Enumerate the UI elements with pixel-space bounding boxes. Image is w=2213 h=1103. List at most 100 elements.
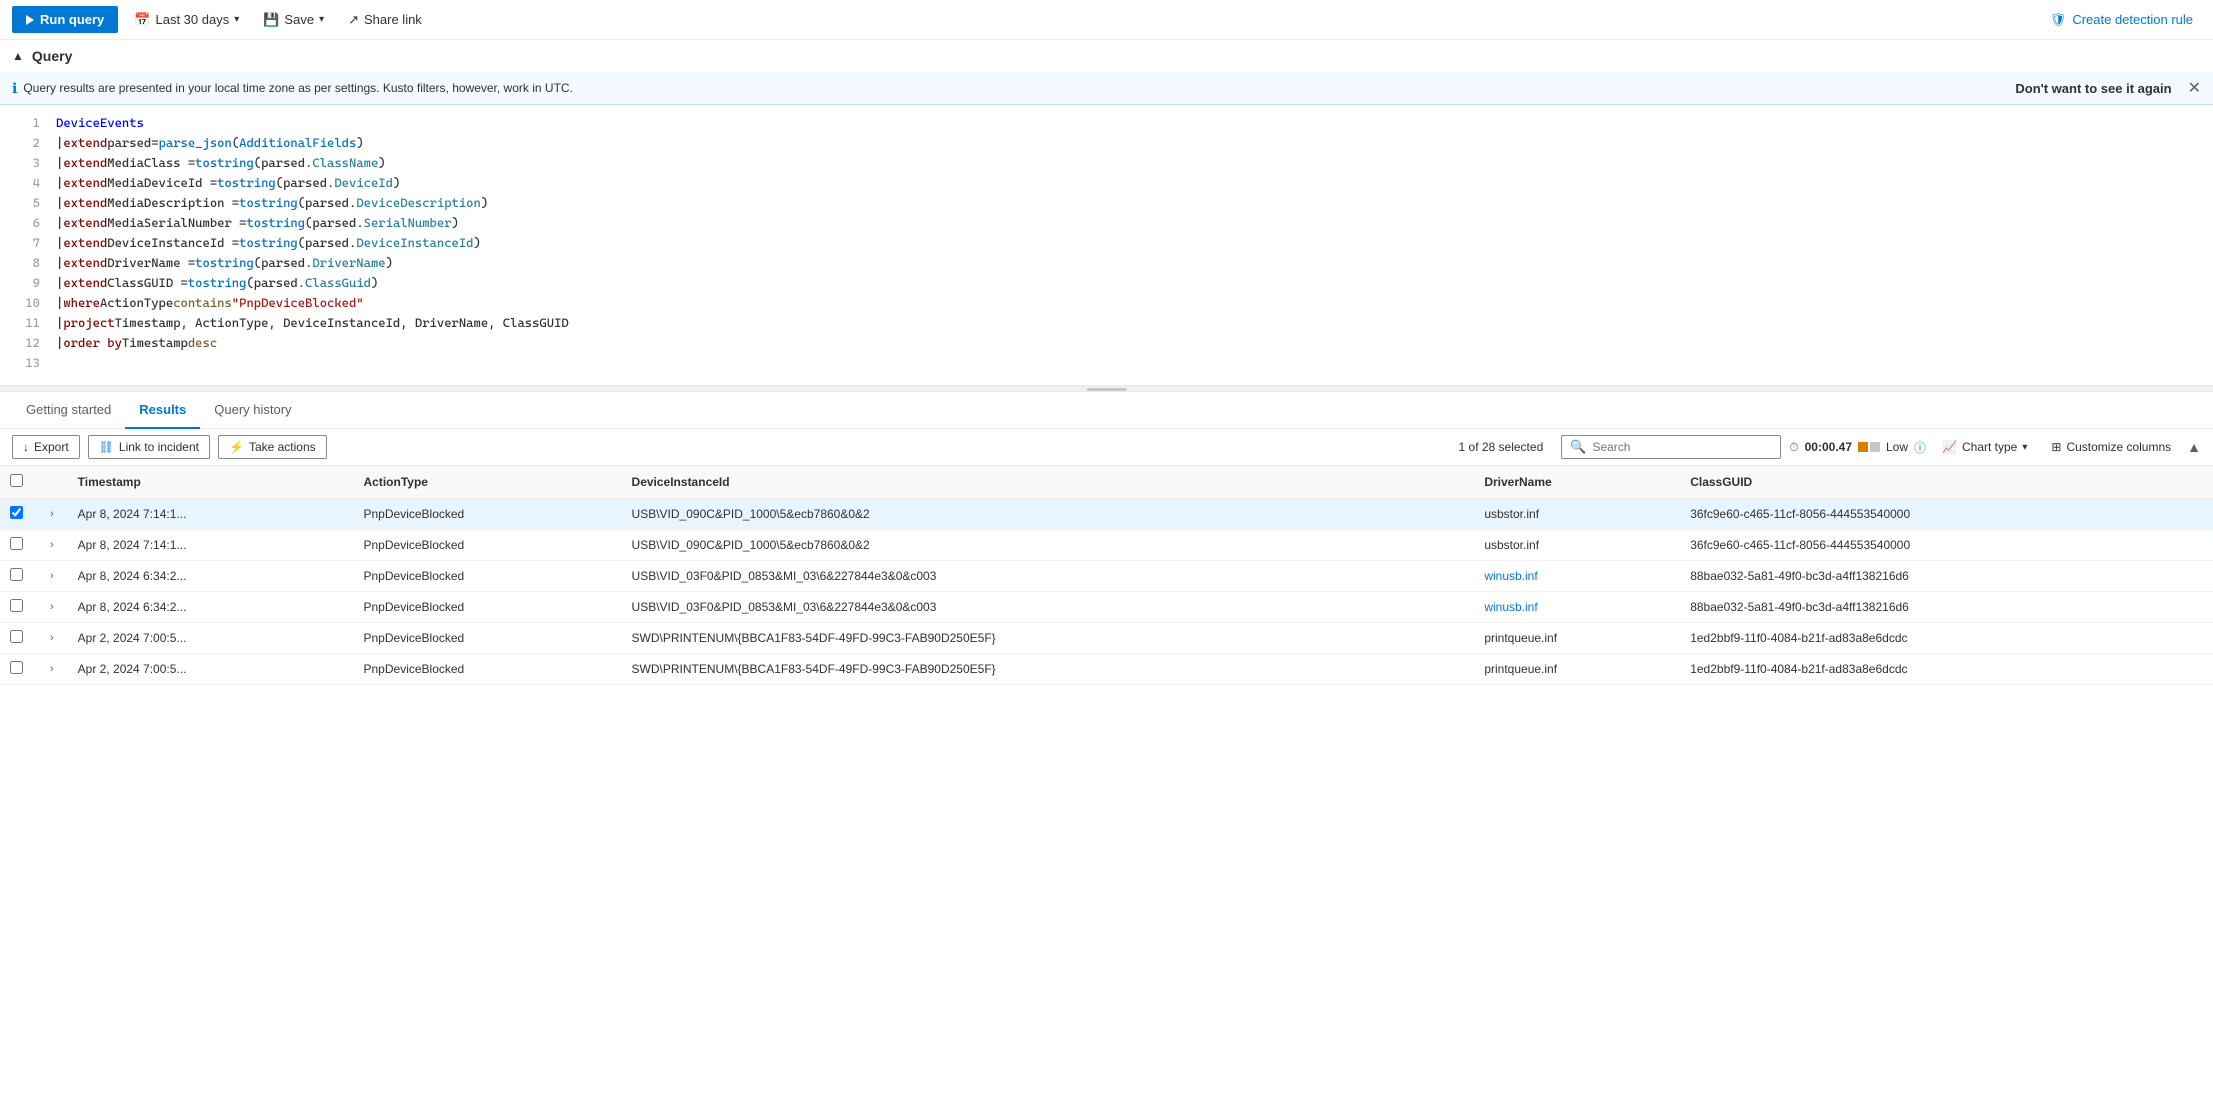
cell-drivername: printqueue.inf	[1474, 654, 1680, 685]
performance-bars	[1858, 442, 1880, 452]
share-icon: ↗	[348, 12, 359, 28]
tab-query-history[interactable]: Query history	[200, 392, 305, 429]
drivername-header[interactable]: DriverName	[1474, 466, 1680, 499]
row-checkbox-cell[interactable]	[0, 499, 36, 530]
perf-bar-orange	[1858, 442, 1868, 452]
action-icon: ⚡	[229, 440, 244, 454]
table-row: › Apr 8, 2024 7:14:1... PnpDeviceBlocked…	[0, 530, 2213, 561]
detection-icon: 🛡	[2050, 12, 2067, 28]
row-checkbox-3[interactable]	[10, 599, 23, 612]
table-row: › Apr 8, 2024 7:14:1... PnpDeviceBlocked…	[0, 499, 2213, 530]
cell-deviceinstanceid: SWD\PRINTENUM\{BBCA1F83-54DF-49FD-99C3-F…	[622, 623, 1475, 654]
expand-button[interactable]: ›	[46, 506, 58, 522]
results-table-container[interactable]: Timestamp ActionType DeviceInstanceId Dr…	[0, 466, 2213, 772]
cell-deviceinstanceid: SWD\PRINTENUM\{BBCA1F83-54DF-49FD-99C3-F…	[622, 654, 1475, 685]
dont-want-label: Don't want to see it again	[2015, 81, 2171, 96]
actiontype-header[interactable]: ActionType	[354, 466, 622, 499]
row-checkbox-4[interactable]	[10, 630, 23, 643]
row-expand-cell[interactable]: ›	[36, 654, 68, 685]
take-actions-label: Take actions	[249, 440, 316, 454]
share-link-button[interactable]: ↗ Share link	[340, 7, 430, 33]
chevron-down-icon: ▾	[234, 14, 239, 25]
link-to-incident-button[interactable]: ⛓ Link to incident	[88, 435, 210, 459]
scroll-top-icon[interactable]: ▲	[2187, 439, 2201, 455]
row-checkbox-cell[interactable]	[0, 623, 36, 654]
row-expand-cell[interactable]: ›	[36, 623, 68, 654]
row-expand-cell[interactable]: ›	[36, 561, 68, 592]
run-query-label: Run query	[40, 12, 104, 27]
deviceinstanceid-header[interactable]: DeviceInstanceId	[622, 466, 1475, 499]
table-row: › Apr 8, 2024 6:34:2... PnpDeviceBlocked…	[0, 592, 2213, 623]
cell-drivername: usbstor.inf	[1474, 530, 1680, 561]
info-bar: ℹ Query results are presented in your lo…	[0, 72, 2213, 105]
cell-actiontype: PnpDeviceBlocked	[354, 654, 622, 685]
code-line-13: 13	[0, 353, 2213, 373]
expand-button[interactable]: ›	[46, 661, 58, 677]
row-checkbox-5[interactable]	[10, 661, 23, 674]
table-row: › Apr 8, 2024 6:34:2... PnpDeviceBlocked…	[0, 561, 2213, 592]
row-expand-cell[interactable]: ›	[36, 592, 68, 623]
row-expand-cell[interactable]: ›	[36, 499, 68, 530]
row-checkbox-cell[interactable]	[0, 561, 36, 592]
cell-drivername: winusb.inf	[1474, 592, 1680, 623]
cell-timestamp: Apr 8, 2024 6:34:2...	[68, 592, 354, 623]
select-all-checkbox[interactable]	[10, 474, 23, 487]
create-detection-rule-button[interactable]: 🛡 Create detection rule	[2042, 7, 2201, 33]
code-line-7: 7 | extend DeviceInstanceId = tostring (…	[0, 233, 2213, 253]
take-actions-button[interactable]: ⚡ Take actions	[218, 435, 327, 459]
chart-icon: 📈	[1942, 440, 1957, 454]
save-button[interactable]: 💾 Save ▾	[255, 7, 332, 33]
cell-classguid: 88bae032-5a81-49f0-bc3d-a4ff138216d6	[1680, 561, 2213, 592]
cell-deviceinstanceid: USB\VID_090C&PID_1000\5&ecb7860&0&2	[622, 530, 1475, 561]
row-checkbox-cell[interactable]	[0, 654, 36, 685]
results-table: Timestamp ActionType DeviceInstanceId Dr…	[0, 466, 2213, 685]
row-checkbox-2[interactable]	[10, 568, 23, 581]
row-checkbox-cell[interactable]	[0, 530, 36, 561]
cell-classguid: 1ed2bbf9-11f0-4084-b21f-ad83a8e6dcdc	[1680, 654, 2213, 685]
query-title: Query	[32, 48, 72, 64]
cell-actiontype: PnpDeviceBlocked	[354, 561, 622, 592]
cell-actiontype: PnpDeviceBlocked	[354, 530, 622, 561]
info-close-button[interactable]: ✕	[2188, 78, 2201, 98]
actions-bar: ↓ Export ⛓ Link to incident ⚡ Take actio…	[0, 429, 2213, 466]
code-editor[interactable]: 1 DeviceEvents 2 | extend parsed= parse_…	[0, 105, 2213, 385]
search-input[interactable]	[1592, 440, 1752, 454]
cell-classguid: 88bae032-5a81-49f0-bc3d-a4ff138216d6	[1680, 592, 2213, 623]
code-line-3: 3 | extend MediaClass = tostring (parsed…	[0, 153, 2213, 173]
expand-button[interactable]: ›	[46, 630, 58, 646]
code-line-1: 1 DeviceEvents	[0, 113, 2213, 133]
selected-count: 1 of 28 selected	[1459, 440, 1544, 454]
classguid-header[interactable]: ClassGUID	[1680, 466, 2213, 499]
table-row: › Apr 2, 2024 7:00:5... PnpDeviceBlocked…	[0, 623, 2213, 654]
select-all-header[interactable]	[0, 466, 36, 499]
search-box[interactable]: 🔍	[1561, 435, 1781, 459]
row-checkbox-0[interactable]	[10, 506, 23, 519]
cell-classguid: 36fc9e60-c465-11cf-8056-444553540000	[1680, 530, 2213, 561]
row-checkbox-1[interactable]	[10, 537, 23, 550]
perf-bar-gray	[1870, 442, 1880, 452]
row-expand-cell[interactable]: ›	[36, 530, 68, 561]
expand-button[interactable]: ›	[46, 568, 58, 584]
code-line-10: 10 | where ActionType contains "PnpDevic…	[0, 293, 2213, 313]
expand-button[interactable]: ›	[46, 599, 58, 615]
cell-classguid: 36fc9e60-c465-11cf-8056-444553540000	[1680, 499, 2213, 530]
tab-getting-started[interactable]: Getting started	[12, 392, 125, 429]
customize-columns-button[interactable]: ⊞ Customize columns	[2043, 436, 2179, 458]
row-checkbox-cell[interactable]	[0, 592, 36, 623]
table-header-row: Timestamp ActionType DeviceInstanceId Dr…	[0, 466, 2213, 499]
date-range-button[interactable]: 📅 Last 30 days ▾	[126, 7, 247, 33]
expand-button[interactable]: ›	[46, 537, 58, 553]
query-header[interactable]: ▲ Query	[0, 40, 2213, 72]
code-line-12: 12 | order by Timestamp desc	[0, 333, 2213, 353]
chevron-down-icon: ▾	[2022, 442, 2027, 453]
export-button[interactable]: ↓ Export	[12, 435, 80, 459]
low-label: Low	[1886, 440, 1908, 454]
resizer-handle	[1087, 388, 1127, 391]
tab-results[interactable]: Results	[125, 392, 200, 429]
code-line-5: 5 | extend MediaDescription = tostring (…	[0, 193, 2213, 213]
export-label: Export	[34, 440, 69, 454]
run-query-button[interactable]: Run query	[12, 6, 118, 33]
timestamp-header[interactable]: Timestamp	[68, 466, 354, 499]
code-line-9: 9 | extend ClassGUID = tostring (parsed.…	[0, 273, 2213, 293]
chart-type-button[interactable]: 📈 Chart type ▾	[1934, 436, 2035, 458]
